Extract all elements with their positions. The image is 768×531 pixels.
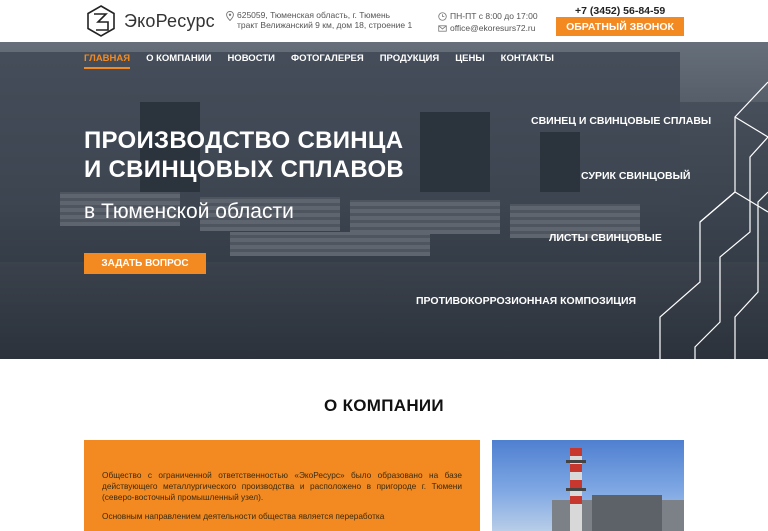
- callback-button[interactable]: ОБРАТНЫЙ ЗВОНОК: [556, 17, 684, 36]
- about-photo: [492, 440, 684, 531]
- nav-item-products[interactable]: ПРОДУКЦИЯ: [380, 53, 440, 69]
- product-link-red-lead[interactable]: СУРИК СВИНЦОВЫЙ: [581, 170, 690, 182]
- product-link-lead-sheets[interactable]: ЛИСТЫ СВИНЦОВЫЕ: [549, 232, 662, 244]
- hero-subtitle: в Тюменской области: [84, 200, 294, 223]
- map-pin-icon: [226, 11, 234, 21]
- header-contacts: ПН-ПТ с 8:00 до 17:00 office@ekoresurs72…: [438, 10, 538, 34]
- site-header: ЭкоРесурс 625059, Тюменская область, г. …: [0, 0, 768, 42]
- about-paragraph-2: Основным направлением деятельности общес…: [102, 511, 385, 521]
- clock-icon: [438, 11, 447, 21]
- product-link-lead-alloys[interactable]: СВИНЕЦ И СВИНЦОВЫЕ СПЛАВЫ: [531, 115, 711, 127]
- address-line-2: тракт Велижанский 9 км, дом 18, строение…: [237, 20, 413, 30]
- email-link[interactable]: office@ekoresurs72.ru: [450, 22, 536, 34]
- hexagon-logo-icon: [87, 5, 115, 37]
- hero-title: ПРОИЗВОДСТВО СВИНЦА И СВИНЦОВЫХ СПЛАВОВ: [84, 126, 404, 184]
- nav-item-contacts[interactable]: КОНТАКТЫ: [501, 53, 554, 69]
- nav-item-about[interactable]: О КОМПАНИИ: [146, 53, 211, 69]
- main-navigation: ГЛАВНАЯ О КОМПАНИИ НОВОСТИ ФОТОГАЛЕРЕЯ П…: [84, 53, 570, 69]
- ask-question-button[interactable]: ЗАДАТЬ ВОПРОС: [84, 253, 206, 274]
- about-text-box: Общество с ограниченной ответственностью…: [84, 440, 480, 531]
- address-line-1: 625059, Тюменская область, г. Тюмень: [237, 10, 391, 20]
- phone-number[interactable]: +7 (3452) 56-84-59: [575, 5, 665, 17]
- logo-text: ЭкоРесурс: [124, 10, 215, 31]
- chimney-illustration: [552, 448, 684, 531]
- work-hours: ПН-ПТ с 8:00 до 17:00: [450, 11, 538, 21]
- header-address: 625059, Тюменская область, г. Тюмень тра…: [226, 10, 412, 30]
- about-paragraph-1: Общество с ограниченной ответственностью…: [102, 470, 462, 502]
- hero-title-line-2: И СВИНЦОВЫХ СПЛАВОВ: [84, 156, 405, 183]
- about-section-title: О КОМПАНИИ: [324, 396, 444, 415]
- hero-section: ГЛАВНАЯ О КОМПАНИИ НОВОСТИ ФОТОГАЛЕРЕЯ П…: [0, 42, 768, 359]
- nav-item-news[interactable]: НОВОСТИ: [227, 53, 275, 69]
- mail-icon: [438, 24, 447, 32]
- logo[interactable]: ЭкоРесурс: [84, 4, 224, 38]
- product-link-anticorrosion[interactable]: ПРОТИВОКОРРОЗИОННАЯ КОМПОЗИЦИЯ: [416, 295, 636, 307]
- nav-item-home[interactable]: ГЛАВНАЯ: [84, 53, 131, 69]
- nav-item-prices[interactable]: ЦЕНЫ: [455, 53, 484, 69]
- nav-item-gallery[interactable]: ФОТОГАЛЕРЕЯ: [291, 53, 364, 69]
- hero-title-line-1: ПРОИЗВОДСТВО СВИНЦА: [84, 127, 404, 154]
- hexagon-lines-decoration: [659, 81, 768, 359]
